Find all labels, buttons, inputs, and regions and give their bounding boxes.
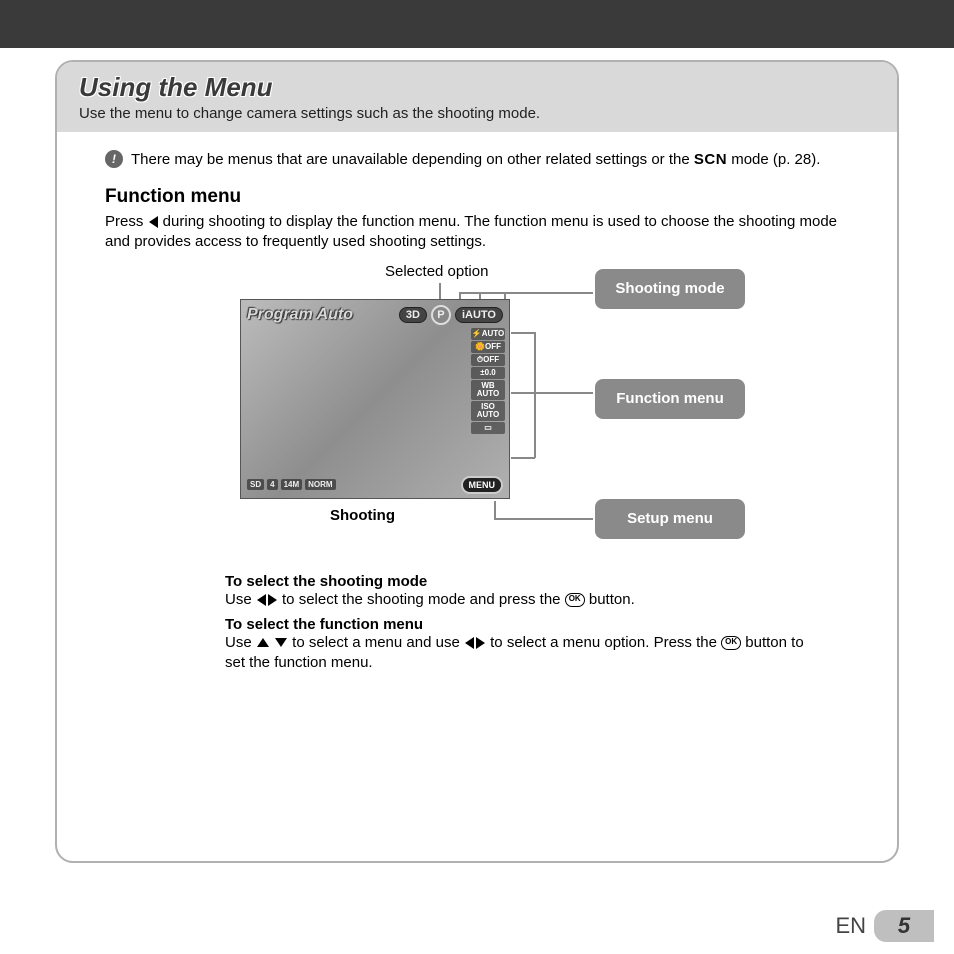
scn-mode-label: SCN xyxy=(694,151,727,168)
callout-shooting-mode: Shooting mode xyxy=(595,269,745,309)
fn-timer: ⏱OFF xyxy=(471,354,505,366)
ok-button-icon: OK xyxy=(721,636,741,650)
badge-size: 14M xyxy=(281,479,303,490)
callout-setup-menu: Setup menu xyxy=(595,499,745,539)
camera-preview-image xyxy=(241,300,509,498)
top-header-bar xyxy=(0,0,954,48)
shooting-label: Shooting xyxy=(330,507,395,524)
fn-flash: ⚡AUTO xyxy=(471,328,505,340)
header-band: Using the Menu Use the menu to change ca… xyxy=(57,62,897,132)
screen-bottom-row: SD 4 14M NORM MENU xyxy=(247,476,503,494)
menu-button: MENU xyxy=(461,476,504,494)
fn-wb: WB AUTO xyxy=(471,380,505,400)
note-text-before: There may be menus that are unavailable … xyxy=(131,151,694,168)
instr1-title: To select the shooting mode xyxy=(225,573,815,590)
instr1-c: button. xyxy=(585,591,635,608)
function-menu-stack: ⚡AUTO 🌼OFF ⏱OFF ±0.0 WB AUTO ISO AUTO ▭ xyxy=(471,328,505,434)
fn-iso: ISO AUTO xyxy=(471,401,505,421)
badge-sd: SD xyxy=(247,479,264,490)
down-arrow-icon xyxy=(275,638,287,647)
callout-function-menu: Function menu xyxy=(595,379,745,419)
instructions-block: To select the shooting mode Use to selec… xyxy=(225,573,815,674)
instr1-a: Use xyxy=(225,591,256,608)
page-number: 5 xyxy=(898,913,910,939)
left-arrow-icon xyxy=(465,637,474,649)
fn-macro: 🌼OFF xyxy=(471,341,505,353)
section-body-after: during shooting to display the function … xyxy=(105,213,837,250)
note-row: ! There may be menus that are unavailabl… xyxy=(105,150,859,168)
right-arrow-icon xyxy=(476,637,485,649)
right-arrow-icon xyxy=(268,594,277,606)
camera-screen: Program Auto 3D P iAUTO ⚡AUTO 🌼OFF ⏱OFF … xyxy=(240,299,510,499)
page-subtitle: Use the menu to change camera settings s… xyxy=(79,105,875,122)
section-heading: Function menu xyxy=(105,186,859,208)
mode-pill-p: P xyxy=(431,305,451,325)
page-title: Using the Menu xyxy=(79,72,875,103)
fn-exposure: ±0.0 xyxy=(471,367,505,379)
instr2-b: to select a menu and use xyxy=(288,634,464,651)
left-arrow-icon xyxy=(257,594,266,606)
ok-button-icon: OK xyxy=(565,593,585,607)
left-arrow-icon xyxy=(149,216,158,228)
instr1-body: Use to select the shooting mode and pres… xyxy=(225,590,815,610)
note-text-after: mode (p. 28). xyxy=(727,151,820,168)
language-code: EN xyxy=(835,913,874,939)
instr2-body: Use to select a menu and use to select a… xyxy=(225,633,815,674)
diagram-area: Selected option Program Auto 3D P iAUTO xyxy=(105,263,859,553)
fn-drive: ▭ xyxy=(471,422,505,434)
page-card: Using the Menu Use the menu to change ca… xyxy=(55,60,899,863)
mode-name: Program Auto xyxy=(247,306,395,324)
instr2-a: Use xyxy=(225,634,256,651)
alert-icon: ! xyxy=(105,150,123,168)
instr2-c: to select a menu option. Press the xyxy=(486,634,721,651)
up-arrow-icon xyxy=(257,638,269,647)
page-content: ! There may be menus that are unavailabl… xyxy=(57,132,897,693)
page-footer: EN 5 xyxy=(835,910,934,942)
mode-pill-3d: 3D xyxy=(399,307,427,323)
mode-pill-iauto: iAUTO xyxy=(455,307,503,323)
selected-option-label: Selected option xyxy=(385,263,488,280)
note-text: There may be menus that are unavailable … xyxy=(131,151,820,168)
section-body: Press during shooting to display the fun… xyxy=(105,212,859,253)
instr1-b: to select the shooting mode and press th… xyxy=(278,591,565,608)
instr2-title: To select the function menu xyxy=(225,616,815,633)
bottom-left-badges: SD 4 14M NORM xyxy=(247,479,336,490)
screen-top-row: Program Auto 3D P iAUTO xyxy=(247,304,503,326)
badge-count: 4 xyxy=(267,479,277,490)
page-number-tab: 5 xyxy=(874,910,934,942)
badge-quality: NORM xyxy=(305,479,335,490)
section-body-before: Press xyxy=(105,213,148,230)
